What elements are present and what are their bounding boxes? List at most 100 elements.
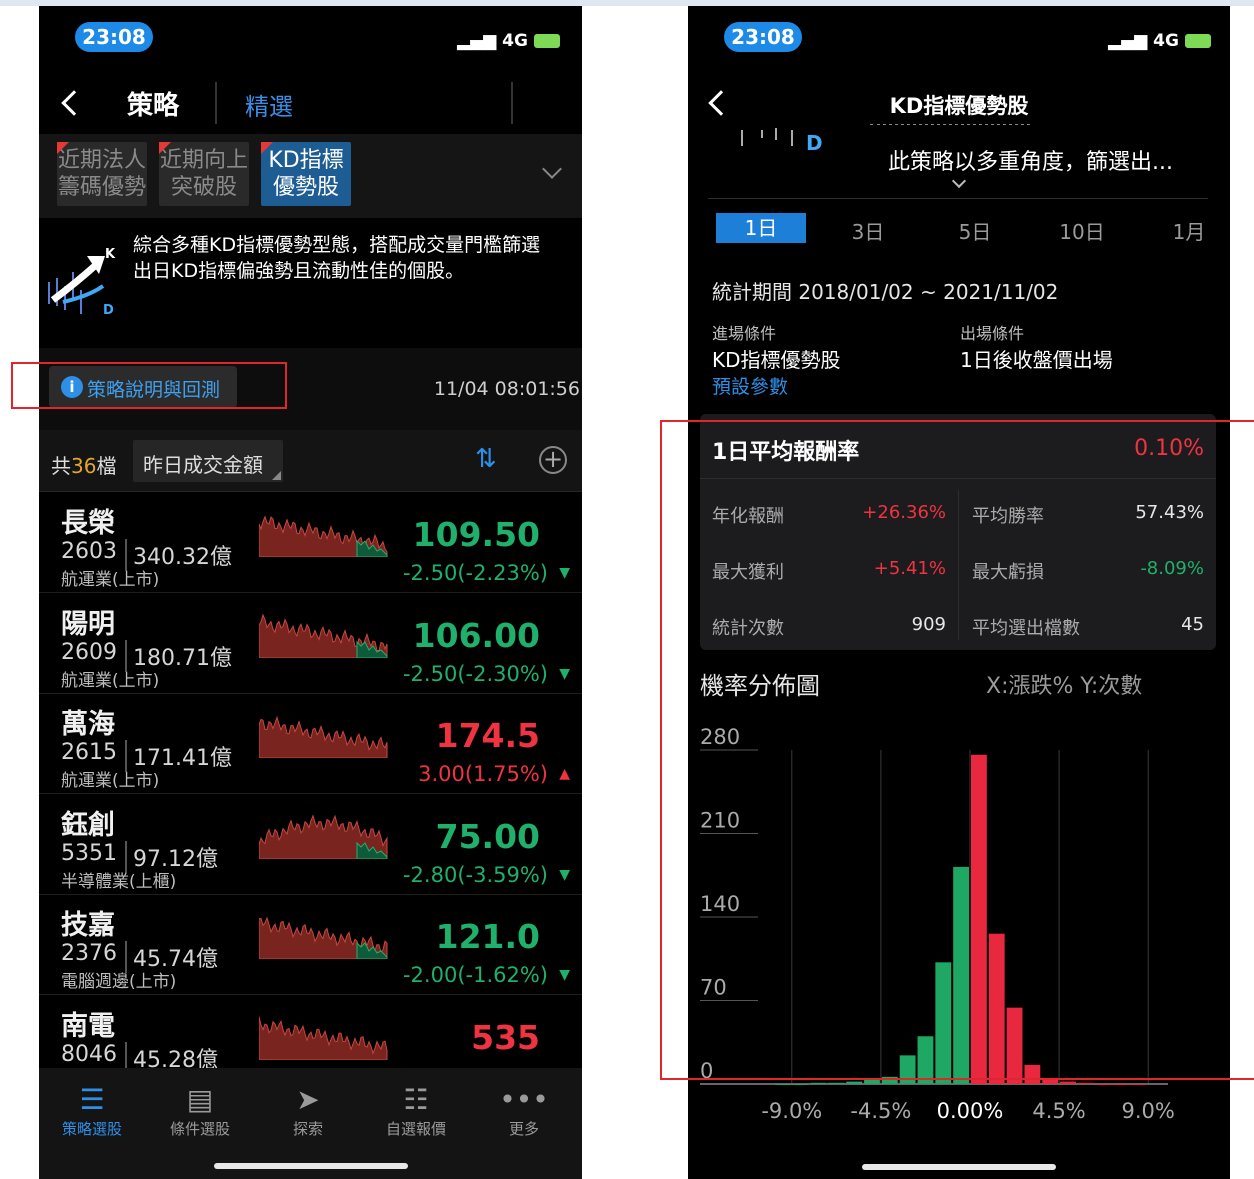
sparkline-icon [259, 515, 388, 557]
sparkline-area [259, 1016, 388, 1060]
nav-item[interactable]: ••• 更多 [479, 1080, 569, 1139]
strategy-tile-breakout[interactable]: 近期向上 突破股 [159, 142, 249, 206]
stock-row[interactable]: 陽明 2609 180.71億 航運業(上市) 106.00 -2.50(-2.30%) ▼ [39, 594, 582, 694]
x-tick-label: 0.00% [937, 1099, 1004, 1123]
back-icon[interactable] [61, 90, 87, 116]
status-network: ▂▄▆ 4G [457, 31, 560, 51]
histogram-bar [846, 1081, 863, 1084]
histogram-bar [1131, 1084, 1148, 1085]
stock-code: 2376 [61, 941, 117, 966]
period-tab[interactable]: 1日 [716, 213, 806, 243]
strategy-icon: ☰ [79, 1082, 105, 1116]
header-title[interactable]: 策略 [127, 85, 179, 122]
kd-logo-icon: D [741, 128, 823, 155]
stock-row[interactable]: 南電 8046 45.28億 535 [39, 996, 582, 1068]
histogram-bar [1077, 1082, 1094, 1084]
expand-chevron-icon[interactable] [951, 173, 967, 189]
sparkline-icon [259, 1016, 388, 1060]
detail-title: KD指標優勢股 [889, 94, 1029, 118]
stock-price: 106.00 [412, 615, 540, 655]
down-arrow-icon: ▼ [559, 866, 570, 883]
highlight-box-explain [11, 362, 287, 409]
strategy-tabs-bar: 近期法人 籌碼優勢 近期向上 突破股 KD指標 優勢股 [39, 134, 582, 218]
stock-price: 174.5 [435, 716, 540, 755]
signal-icon: ▂▄▆ [457, 31, 497, 51]
histogram-bar [828, 1082, 845, 1084]
histogram-bar [1095, 1084, 1112, 1085]
x-tick-label: 9.0% [1122, 1099, 1175, 1123]
strategy-tile-kd[interactable]: KD指標 優勢股 [261, 142, 351, 206]
period-tab[interactable]: 5日 [930, 216, 1020, 245]
home-indicator [862, 1164, 1056, 1170]
stock-industry: 航運業(上市) [61, 771, 160, 791]
list-toolbar: 共36檔 昨日成交金額 ⇅ + [39, 430, 582, 492]
sparkline-icon [259, 612, 388, 658]
histogram-bar [774, 1084, 791, 1085]
svg-text:D: D [806, 131, 823, 155]
stock-industry: 航運業(上市) [61, 570, 160, 590]
tab-featured[interactable]: 精選 [245, 87, 293, 122]
stock-change: -2.50(-2.30%) [402, 661, 548, 686]
period-tab[interactable]: 1月 [1144, 216, 1230, 245]
stock-list: 長榮 2603 340.32億 航運業(上市) 109.50 -2.50(-2.23%) ▼… [39, 493, 582, 1068]
nav-label: 探索 [292, 1120, 323, 1138]
status-network: ▂▄▆ 4G [1108, 31, 1211, 51]
stock-name: 陽明 [61, 608, 115, 640]
update-timestamp: 11/04 08:01:56 [433, 378, 580, 400]
header-divider-right [511, 82, 513, 124]
x-tick-label: -4.5% [850, 1099, 911, 1123]
x-tick-label: 4.5% [1032, 1099, 1085, 1123]
exit-value: 1日後收盤價出場 [960, 348, 1113, 372]
stock-price: 535 [471, 1017, 540, 1057]
period-tab[interactable]: 10日 [1037, 216, 1127, 245]
stock-code: 2615 [61, 740, 117, 765]
new-badge [57, 142, 69, 154]
status-time: 23:08 [724, 22, 802, 52]
new-badge [159, 142, 171, 154]
default-params-link[interactable]: 預設參數 [712, 372, 788, 399]
stock-row[interactable]: 鈺創 5351 97.12億 半導體業(上櫃) 75.00 -2.80(-3.59%) ▼ [39, 795, 582, 895]
highlight-box-stats [660, 420, 1254, 1080]
sort-selector-label: 昨日成交金額 [143, 453, 263, 477]
nav-label: 自選報價 [385, 1120, 446, 1138]
stock-row[interactable]: 萬海 2615 171.41億 航運業(上市) 174.5 3.00(1.75%) ▲ [39, 694, 582, 794]
dropdown-corner-icon [272, 471, 281, 480]
strategy-tile-institutional[interactable]: 近期法人 籌碼優勢 [57, 142, 147, 206]
nav-item[interactable]: ▤ 條件選股 [155, 1080, 245, 1139]
stock-change: 3.00(1.75%) [418, 762, 548, 786]
period-tab[interactable]: 3日 [823, 216, 913, 245]
nav-label: 策略選股 [61, 1120, 122, 1138]
status-time: 23:08 [75, 22, 153, 52]
histogram-bar [810, 1082, 827, 1084]
nav-label: 條件選股 [169, 1120, 230, 1138]
up-arrow-icon: ▲ [559, 766, 570, 782]
header-divider [215, 82, 217, 124]
stock-name: 技嘉 [61, 910, 115, 941]
sort-selector[interactable]: 昨日成交金額 [133, 440, 283, 482]
sort-order-icon[interactable]: ⇅ [475, 444, 497, 474]
entry-value: KD指標優勢股 [712, 348, 841, 372]
stock-trade-value: 45.28億 [125, 1041, 218, 1068]
description-snippet-panel: D 此策略以多重角度，篩選出... [688, 124, 1230, 194]
kd-logo-icon: K D [48, 247, 116, 318]
add-icon[interactable]: + [539, 446, 567, 474]
battery-icon [533, 34, 560, 48]
exit-label: 出場條件 [960, 324, 1025, 343]
svg-text:D: D [103, 303, 114, 318]
nav-item[interactable]: ☷ 自選報價 [371, 1080, 461, 1139]
stock-change: -2.80(-3.59%) [402, 862, 548, 887]
period-stat: 統計期間 2018/01/02 ~ 2021/11/02 [712, 280, 1059, 304]
strategy-description: 綜合多種KD指標優勢型態，搭配成交量門檻篩選出日KD指標偏強勢且流動性佳的個股。 [133, 234, 541, 282]
stock-name: 萬海 [61, 709, 115, 740]
stock-row[interactable]: 技嘉 2376 45.74億 電腦週邊(上市) 121.0 -2.00(-1.62%) ▼ [39, 895, 582, 995]
histogram-bar [1113, 1084, 1130, 1085]
signal-icon: ▂▄▆ [1108, 31, 1148, 51]
entry-label: 進場條件 [712, 324, 777, 343]
expand-chevron-icon[interactable] [542, 159, 562, 179]
histogram-bar [1060, 1081, 1076, 1084]
sparkline-icon [259, 813, 388, 859]
stock-row[interactable]: 長榮 2603 340.32億 航運業(上市) 109.50 -2.50(-2.23%) ▼ [39, 493, 582, 593]
nav-item[interactable]: ☰ 策略選股 [47, 1080, 137, 1139]
nav-item[interactable]: ➤ 探索 [263, 1080, 353, 1139]
stock-name: 鈺創 [61, 809, 115, 841]
